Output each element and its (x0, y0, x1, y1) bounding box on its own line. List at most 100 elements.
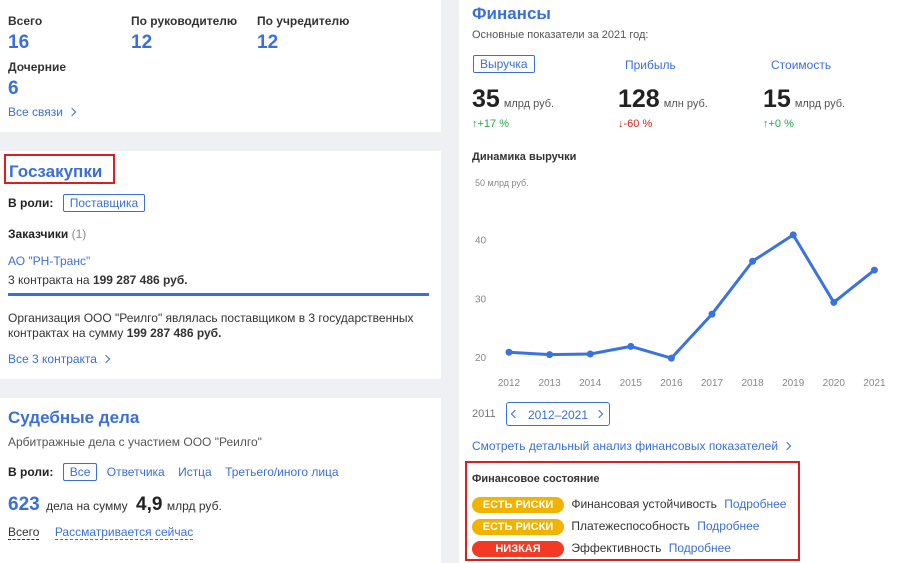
x-tick-label: 2017 (701, 378, 724, 389)
court-cases-title[interactable]: Судебные дела (8, 408, 139, 428)
court-role-label: В роли: (8, 465, 54, 479)
court-cases-subtitle: Арбитражные дела с участием ООО "Реилго" (8, 435, 262, 449)
metric-profit-value: 128 (618, 85, 660, 113)
stat-subsidiary: Дочерние 6 (8, 60, 66, 100)
state-more-link[interactable]: Подробнее (697, 519, 759, 533)
x-tick-label: 2012 (498, 378, 521, 389)
finance-subtitle: Основные показатели за 2021 год: (472, 29, 649, 41)
chevron-right-icon (101, 354, 111, 364)
court-role-plaintiff[interactable]: Истца (178, 465, 212, 479)
state-more-link[interactable]: Подробнее (669, 541, 731, 555)
metric-value-unit: млрд руб. (794, 98, 846, 110)
customers-heading: Заказчики (1) (8, 227, 86, 241)
tab-revenue[interactable]: Выручка (473, 55, 535, 73)
state-row-efficiency: НИЗКАЯ Эффективность Подробнее (472, 541, 731, 557)
metric-revenue-unit: млрд руб. (503, 98, 555, 110)
data-point[interactable] (749, 257, 757, 265)
contract-progress-bar (8, 293, 429, 296)
x-tick-label: 2015 (620, 378, 643, 389)
financial-state-title: Финансовое состояние (472, 473, 600, 485)
tab-profit[interactable]: Прибыль (625, 58, 676, 72)
x-tick-label: 2018 (741, 378, 764, 389)
metric-revenue-value: 35 (472, 85, 500, 113)
finance-title[interactable]: Финансы (472, 4, 551, 24)
state-badge: ЕСТЬ РИСКИ (472, 519, 564, 535)
court-role-third-party[interactable]: Третьего/иного лица (225, 465, 339, 479)
chart-title: Динамика выручки (472, 151, 577, 163)
y-tick-label: 40 (475, 236, 487, 247)
tab-value[interactable]: Стоимость (771, 58, 831, 72)
procurement-description: Организация ООО "Реилго" являлась постав… (8, 311, 413, 341)
x-tick-label: 2014 (579, 378, 602, 389)
data-point[interactable] (830, 298, 838, 306)
range-label: 2012–2021 (527, 408, 589, 422)
desc-line2-sum: 199 287 486 руб. (126, 326, 222, 340)
chevron-right-icon (782, 441, 792, 451)
stat-total-value[interactable]: 16 (8, 32, 42, 54)
procurement-title[interactable]: Госзакупки (9, 162, 102, 182)
revenue-chart: 50 млрд руб. 20 30 40 2012 2013 2014 2015 2016 20… (475, 178, 886, 389)
range-selector: 2012–2021 (506, 402, 610, 426)
stat-by-founder-value[interactable]: 12 (257, 32, 349, 54)
data-point[interactable] (505, 348, 513, 356)
x-tick-label: 2019 (782, 378, 805, 389)
stat-by-head-label: По руководителю (131, 14, 238, 28)
court-role-row: В роли: Все Ответчика Истца Третьего/ино… (8, 463, 339, 481)
court-count[interactable]: 623 (8, 494, 40, 515)
finance-card: Финансы Основные показатели за 2021 год:… (459, 0, 898, 563)
court-cases-card: Судебные дела Арбитражные дела с участие… (0, 398, 441, 563)
court-tab-all[interactable]: Всего (8, 525, 40, 540)
all-links-link[interactable]: Все связи (8, 105, 77, 119)
state-label: Эффективность (571, 541, 662, 555)
all-contracts-label: Все 3 контракта (8, 352, 97, 366)
stat-total-label: Всего (8, 14, 43, 28)
metric-revenue-change: ↑+17 % (472, 118, 509, 130)
procurement-card: Госзакупки В роли: Поставщика Заказчики … (0, 151, 441, 379)
customer-link[interactable]: АО "РН-Транс" (8, 254, 90, 268)
data-point[interactable] (586, 350, 594, 358)
state-row-stability: ЕСТЬ РИСКИ Финансовая устойчивость Подро… (472, 497, 786, 513)
state-more-link[interactable]: Подробнее (724, 497, 786, 511)
contracts-sum: 199 287 486 руб. (92, 273, 188, 287)
y-top-label: 50 млрд руб. (475, 178, 529, 188)
x-tick-label: 2013 (538, 378, 561, 389)
data-point[interactable] (870, 266, 878, 274)
court-summary: 623 дела на сумму 4,9 млрд руб. (8, 494, 222, 516)
data-point[interactable] (667, 354, 675, 362)
all-links-label: Все связи (8, 105, 63, 119)
role-label: В роли: (8, 196, 54, 210)
range-start: 2011 (472, 408, 496, 420)
court-sum-unit: млрд руб. (166, 499, 222, 513)
stat-subsidiary-value[interactable]: 6 (8, 78, 66, 100)
contracts-prefix: 3 контракта на (8, 273, 90, 287)
stat-by-founder: По учредителю 12 (257, 14, 349, 54)
metric-value: 15 млрд руб. ↑+0 % (763, 85, 845, 130)
state-label: Финансовая устойчивость (571, 497, 717, 511)
court-tabs: Всего Рассматривается сейчас (8, 525, 194, 540)
metric-profit-unit: млн руб. (663, 98, 708, 110)
connections-card: Всего 16 По руководителю 12 По учредител… (0, 0, 441, 132)
metric-value-value: 15 (763, 85, 791, 113)
data-point[interactable] (789, 231, 797, 239)
x-tick-label: 2021 (863, 378, 886, 389)
all-contracts-link[interactable]: Все 3 контракта (8, 352, 111, 366)
data-point[interactable] (546, 351, 554, 359)
court-role-defendant[interactable]: Ответчика (107, 465, 165, 479)
state-badge: ЕСТЬ РИСКИ (472, 497, 564, 513)
y-tick-label: 30 (475, 294, 487, 305)
court-tab-now[interactable]: Рассматривается сейчас (54, 525, 194, 540)
metric-value-change: ↑+0 % (763, 118, 794, 130)
stat-total: Всего 16 (8, 14, 42, 54)
metric-revenue: 35 млрд руб. ↑+17 % (472, 85, 554, 130)
stat-subsidiary-label: Дочерние (8, 60, 66, 74)
data-point[interactable] (708, 310, 716, 318)
court-role-all[interactable]: Все (62, 463, 98, 481)
data-point[interactable] (627, 342, 635, 350)
court-sum: 4,9 (136, 494, 163, 515)
x-tick-label: 2020 (823, 378, 846, 389)
role-supplier-tag[interactable]: Поставщика (62, 194, 146, 212)
court-count-suffix: дела на сумму (46, 499, 128, 513)
stat-by-head-value[interactable]: 12 (131, 32, 237, 54)
detail-analysis-link[interactable]: Смотреть детальный анализ финансовых пок… (472, 439, 792, 453)
detail-analysis-label: Смотреть детальный анализ финансовых пок… (472, 439, 779, 453)
